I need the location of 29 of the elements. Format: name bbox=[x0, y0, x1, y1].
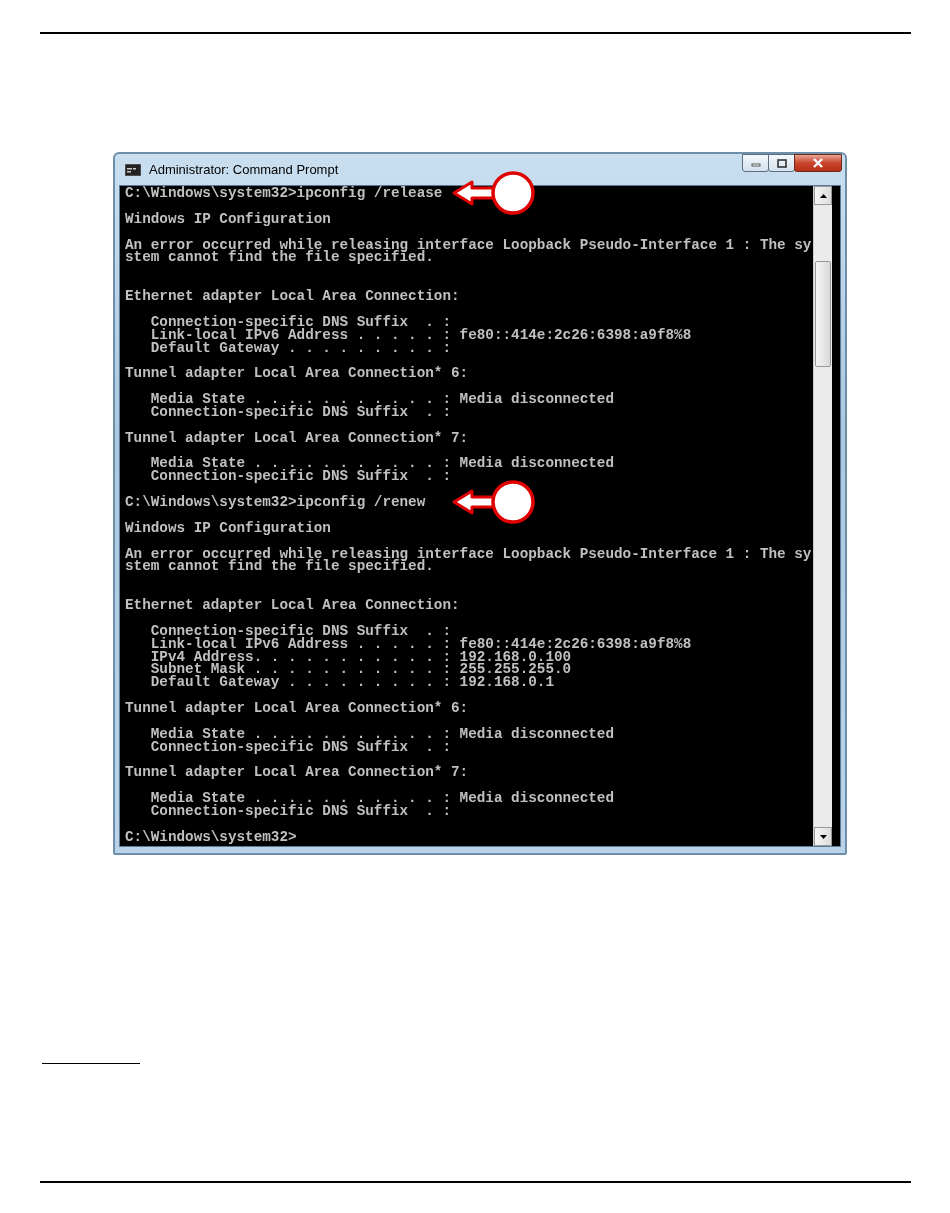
output-line: Windows IP Configuration bbox=[125, 519, 331, 536]
command-line: C:\Windows\system32> bbox=[125, 828, 297, 845]
scroll-down-icon[interactable] bbox=[819, 834, 827, 839]
window-title: Administrator: Command Prompt bbox=[149, 162, 339, 177]
output-line: Ethernet adapter Local Area Connection: bbox=[125, 288, 460, 304]
output-line: Connection-specific DNS Suffix . : bbox=[149, 803, 452, 819]
close-icon bbox=[812, 158, 824, 168]
output-line: Tunnel adapter Local Area Connection* 7: bbox=[125, 764, 469, 781]
output-line: Tunnel adapter Local Area Connection* 6: bbox=[125, 365, 469, 382]
output-line: Connection-specific DNS Suffix . : bbox=[149, 313, 452, 330]
minimize-button[interactable] bbox=[742, 154, 769, 172]
maximize-button[interactable] bbox=[768, 154, 795, 172]
output-line: Connection-specific DNS Suffix . : bbox=[149, 738, 452, 755]
scroll-up-icon[interactable] bbox=[819, 193, 827, 198]
output-line: Tunnel adapter Local Area Connection* 7: bbox=[125, 429, 469, 446]
output-line: Windows IP Configuration bbox=[125, 210, 331, 227]
command-line: C:\Windows\system32>ipconfig /renew bbox=[125, 494, 426, 510]
scrollbar[interactable] bbox=[813, 186, 832, 846]
maximize-icon bbox=[776, 158, 787, 168]
scroll-thumb[interactable] bbox=[815, 261, 831, 367]
output-line: Default Gateway . . . . . . . . . : bbox=[149, 339, 452, 356]
close-button[interactable] bbox=[794, 154, 842, 172]
output-line: Ethernet adapter Local Area Connection: bbox=[125, 597, 460, 613]
output-line: Connection-specific DNS Suffix . : bbox=[149, 622, 452, 639]
output-line: Connection-specific DNS Suffix . : bbox=[149, 403, 452, 420]
output-line: Tunnel adapter Local Area Connection* 6: bbox=[125, 700, 469, 716]
output-line: Connection-specific DNS Suffix . : bbox=[149, 468, 452, 485]
command-line: C:\Windows\system32>ipconfig /release bbox=[125, 185, 443, 201]
console-icon bbox=[125, 163, 141, 176]
